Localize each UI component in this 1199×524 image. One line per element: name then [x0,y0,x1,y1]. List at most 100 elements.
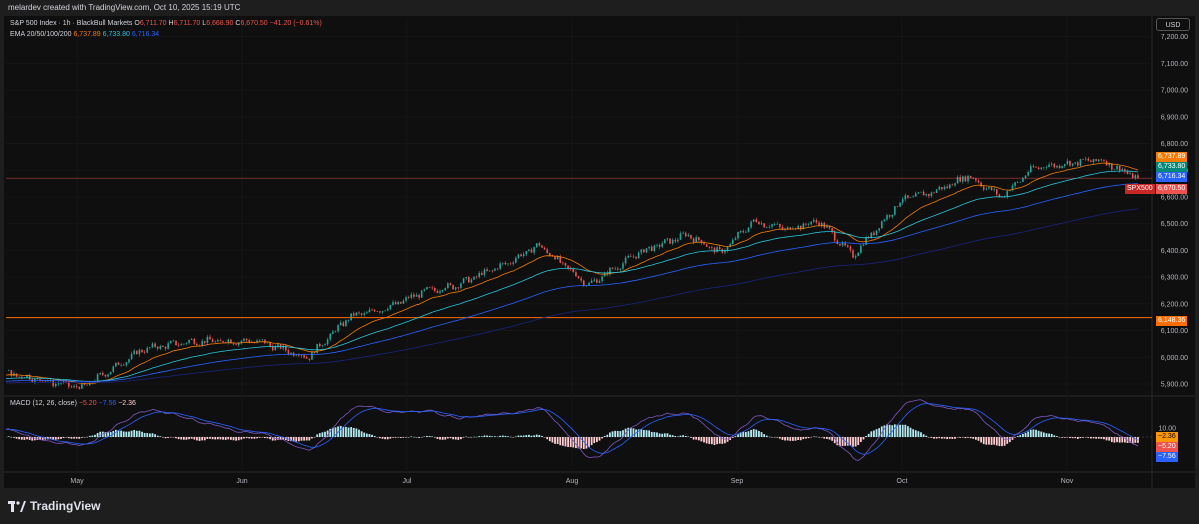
macd-histogram-bar [83,437,86,438]
candle-body [773,224,776,225]
candle-body [381,311,384,313]
candle-body [99,372,102,375]
macd-histogram-bar [449,437,452,439]
macd-histogram-bar [802,437,805,440]
macd-histogram-bar [609,432,611,437]
macd-histogram-bar [407,436,410,438]
currency-button[interactable]: USD [1156,18,1190,31]
candle-body [376,311,379,312]
candle-body [852,250,854,258]
macd-histogram-bar [593,437,596,444]
candle-body [653,245,656,251]
macd-histogram-bar [708,437,711,444]
macd-histogram-bar [371,434,373,437]
candle-body [433,288,436,291]
macd-histogram-bar [951,437,954,439]
macd-histogram-bar [378,437,381,439]
macd-histogram-bar [441,437,444,440]
macd-histogram-bar [65,437,68,438]
candle-body [379,311,381,313]
macd-histogram-bar [201,437,204,441]
candle-body [235,344,237,346]
macd-histogram-bar [1035,429,1037,437]
candle-body [78,387,81,389]
price-chart[interactable]: 7,200.00 7,100.00 7,000.00 6,900.00 6,800.00… [0,0,1199,524]
candle-body [713,247,716,253]
macd-histogram-bar [825,437,828,439]
macd-histogram-bar [250,437,253,439]
candle-body [462,278,465,284]
macd-histogram-bar [10,437,13,438]
macd-histogram-bar [1082,437,1084,438]
macd-histogram-bar [7,436,10,437]
macd-histogram-bar [959,437,962,438]
open-value: 6,711.70 [139,20,167,27]
candle-body [1063,164,1066,166]
macd-histogram-bar [773,437,776,438]
candle-body [18,376,20,378]
macd-histogram-bar [998,437,1001,447]
macd-histogram-bar [744,431,747,437]
candle-body [614,268,616,270]
candle-body [752,219,755,222]
macd-histogram-bar [151,433,154,437]
candle-body [54,383,57,387]
candle-body [564,262,567,266]
macd-histogram-bar [219,437,222,440]
candle-body [499,263,501,269]
candle-body [141,349,143,353]
macd-histogram-bar [180,437,183,440]
macd-legend: MACD (12, 26, close) −5.20 −7.56 −2.36 [10,400,136,407]
candle-body [656,244,658,246]
macd-histogram-bar [857,437,860,446]
tradingview-logo[interactable]: TradingView [8,499,100,513]
macd-histogram-bar [629,427,632,437]
macd-histogram-bar [494,436,496,437]
candle-body [807,224,810,225]
macd-histogram-bar [980,437,983,443]
macd-histogram-bar [159,436,162,437]
macd-histogram-bar [454,437,457,440]
candle-body [298,355,300,356]
candle-body [1029,166,1032,173]
macd-histogram-bar [522,435,525,437]
macd-histogram-bar [392,437,394,438]
macd-histogram-bar [1056,436,1058,437]
macd-histogram-bar [990,437,993,445]
candle-body [70,386,73,388]
candle-body [470,279,473,283]
macd-histogram-bar [640,429,643,437]
candle-body [546,249,548,253]
macd-histogram-bar [57,437,60,440]
candle-body [363,313,366,315]
macd-histogram-bar [747,431,750,437]
candle-body [833,232,836,241]
macd-histogram-bar [724,437,726,444]
macd-histogram-bar [899,424,901,437]
macd-histogram-bar [305,437,308,441]
macd-histogram-bar [1006,437,1009,444]
candle-body [57,383,60,384]
time-tick-label: Jul [403,478,412,485]
candle-body [151,343,154,348]
candle-body [1043,167,1045,169]
macd-histogram-bar [575,437,577,449]
candle-body [933,192,935,194]
candle-body [486,269,488,272]
macd-histogram-bar [308,437,311,441]
candle-body [426,287,428,290]
candle-body [590,280,593,283]
macd-histogram-bar [258,437,261,438]
macd-histogram-bar [1053,435,1056,437]
macd-histogram-bar [60,437,62,439]
candle-body [467,276,470,283]
candle-body [708,246,711,248]
macd-histogram-bar [703,437,705,443]
macd-histogram-bar [321,432,324,437]
macd-histogram-bar [938,437,941,439]
candle-body [321,345,324,347]
candle-body [217,340,219,342]
candle-body [954,183,956,186]
candle-body [687,234,690,237]
macd-histogram-bar [355,428,358,437]
